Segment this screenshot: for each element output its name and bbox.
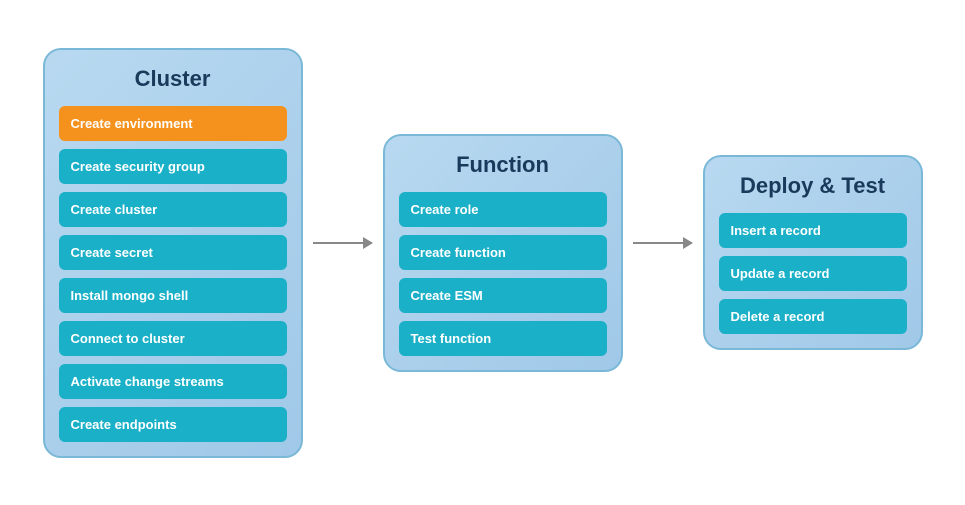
cluster-panel: Cluster Create environment Create securi… — [43, 48, 303, 458]
arrow-2 — [633, 237, 693, 249]
function-panel: Function Create role Create function Cre… — [383, 134, 623, 372]
arrow-head-2 — [683, 237, 693, 249]
step-delete-record[interactable]: Delete a record — [719, 299, 907, 334]
arrow-cluster-to-function — [303, 237, 383, 249]
deploy-column: Deploy & Test Insert a record Update a r… — [703, 155, 923, 350]
cluster-title: Cluster — [135, 66, 211, 92]
arrow-1 — [313, 237, 373, 249]
cluster-column: Cluster Create environment Create securi… — [43, 48, 303, 458]
step-create-esm[interactable]: Create ESM — [399, 278, 607, 313]
step-create-security-group[interactable]: Create security group — [59, 149, 287, 184]
step-update-record[interactable]: Update a record — [719, 256, 907, 291]
step-create-endpoints[interactable]: Create endpoints — [59, 407, 287, 442]
arrow-line-2 — [633, 242, 683, 244]
arrow-function-to-deploy — [623, 237, 703, 249]
arrow-line-1 — [313, 242, 363, 244]
deploy-panel: Deploy & Test Insert a record Update a r… — [703, 155, 923, 350]
step-create-environment[interactable]: Create environment — [59, 106, 287, 141]
step-activate-change-streams[interactable]: Activate change streams — [59, 364, 287, 399]
deploy-title: Deploy & Test — [740, 173, 885, 199]
step-create-function[interactable]: Create function — [399, 235, 607, 270]
step-create-cluster[interactable]: Create cluster — [59, 192, 287, 227]
step-install-mongo-shell[interactable]: Install mongo shell — [59, 278, 287, 313]
step-connect-to-cluster[interactable]: Connect to cluster — [59, 321, 287, 356]
diagram: Cluster Create environment Create securi… — [23, 28, 943, 478]
step-create-role[interactable]: Create role — [399, 192, 607, 227]
step-create-secret[interactable]: Create secret — [59, 235, 287, 270]
function-column: Function Create role Create function Cre… — [383, 134, 623, 372]
function-title: Function — [456, 152, 549, 178]
arrow-head-1 — [363, 237, 373, 249]
step-test-function[interactable]: Test function — [399, 321, 607, 356]
step-insert-record[interactable]: Insert a record — [719, 213, 907, 248]
